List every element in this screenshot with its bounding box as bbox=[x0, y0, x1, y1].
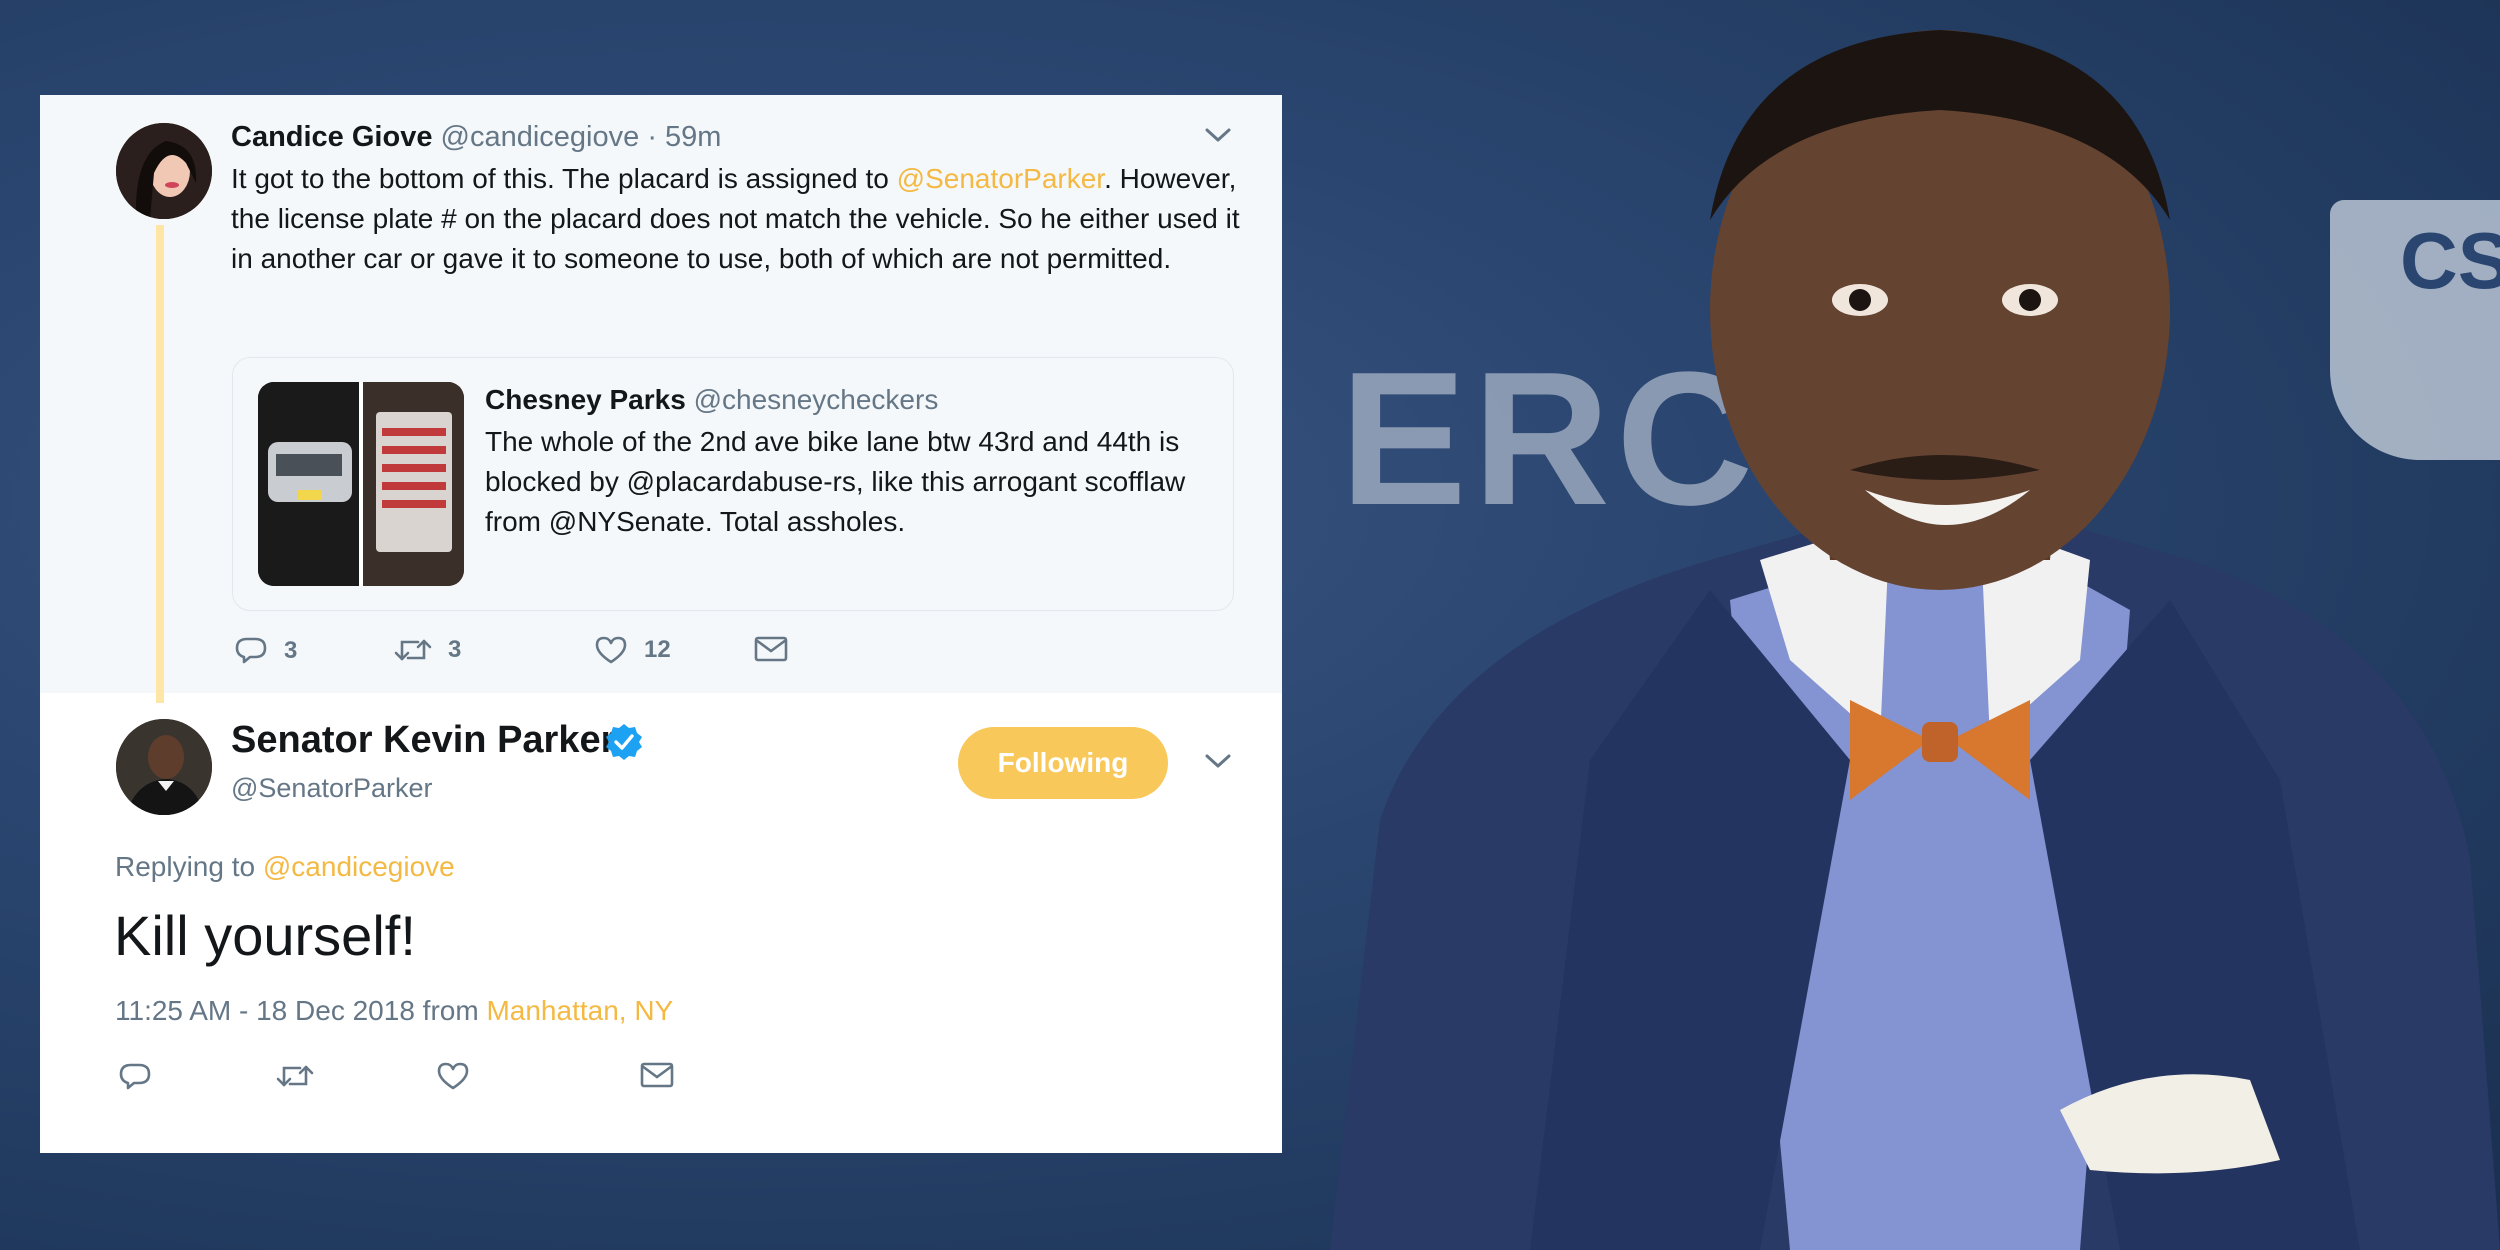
retweet-count: 3 bbox=[448, 636, 462, 663]
author-name[interactable]: Candice Giove bbox=[231, 121, 432, 153]
reply-icon bbox=[235, 637, 267, 664]
quoted-author-handle[interactable]: @chesneycheckers bbox=[694, 384, 939, 415]
like-button[interactable]: 12 bbox=[594, 635, 671, 665]
tweet-text-part: It got to the bottom of this. The placar… bbox=[231, 163, 897, 194]
tweet-time[interactable]: · 59m bbox=[647, 121, 721, 153]
chevron-down-icon[interactable] bbox=[1204, 751, 1232, 771]
timestamp-text[interactable]: 11:25 AM - 18 Dec 2018 from bbox=[115, 995, 479, 1026]
reply-button[interactable]: 3 bbox=[234, 635, 297, 667]
mail-icon bbox=[640, 1062, 674, 1088]
replying-to-label: Replying to bbox=[115, 851, 256, 882]
following-button[interactable]: Following bbox=[958, 727, 1168, 799]
verified-badge-icon bbox=[606, 724, 642, 760]
parent-tweet[interactable]: Candice Giove @candicegiove · 59m It got… bbox=[40, 95, 1282, 693]
retweet-button[interactable]: 3 bbox=[394, 635, 461, 665]
parent-tweet-text: It got to the bottom of this. The placar… bbox=[231, 159, 1241, 279]
retweet-icon bbox=[394, 639, 432, 661]
avatar[interactable] bbox=[116, 719, 212, 815]
parent-tweet-header: Candice Giove @candicegiove · 59m bbox=[231, 121, 721, 154]
reply-author-handle[interactable]: @SenatorParker bbox=[231, 773, 433, 804]
mail-icon bbox=[754, 636, 788, 662]
message-button[interactable] bbox=[754, 635, 788, 663]
tweet-screenshot-card: Candice Giove @candicegiove · 59m It got… bbox=[40, 95, 1282, 1153]
like-count: 12 bbox=[644, 636, 671, 663]
author-handle[interactable]: @candicegiove bbox=[441, 121, 640, 153]
person-photo bbox=[1330, 30, 2500, 1250]
quoted-tweet-header: Chesney Parks @chesneycheckers bbox=[485, 384, 938, 416]
reply-author-name[interactable]: Senator Kevin Parker bbox=[231, 719, 615, 762]
quoted-tweet-text: The whole of the 2nd ave bike lane btw 4… bbox=[485, 426, 1186, 537]
quoted-tweet-media[interactable] bbox=[258, 382, 464, 586]
reply-button[interactable] bbox=[118, 1061, 152, 1093]
location-link[interactable]: Manhattan, NY bbox=[486, 995, 673, 1026]
quoted-author-name[interactable]: Chesney Parks bbox=[485, 384, 686, 415]
heart-icon bbox=[437, 1062, 469, 1090]
retweet-button[interactable] bbox=[276, 1061, 314, 1091]
avatar[interactable] bbox=[116, 123, 212, 219]
quoted-tweet[interactable]: Chesney Parks @chesneycheckers The whole… bbox=[232, 357, 1234, 611]
replying-to-handle[interactable]: @candicegiove bbox=[263, 851, 455, 882]
reply-icon bbox=[119, 1063, 151, 1090]
mention-link[interactable]: @SenatorParker bbox=[897, 163, 1104, 194]
thread-connector bbox=[156, 225, 164, 703]
heart-icon bbox=[595, 636, 627, 664]
reply-count: 3 bbox=[284, 637, 298, 664]
replying-to: Replying to @candicegiove bbox=[115, 851, 455, 883]
message-button[interactable] bbox=[640, 1061, 674, 1089]
like-button[interactable] bbox=[436, 1061, 470, 1091]
retweet-icon bbox=[276, 1065, 314, 1087]
reply-tweet-text: Kill yourself! bbox=[114, 904, 416, 967]
chevron-down-icon[interactable] bbox=[1204, 125, 1232, 145]
tweet-timestamp: 11:25 AM - 18 Dec 2018 from Manhattan, N… bbox=[115, 995, 673, 1027]
